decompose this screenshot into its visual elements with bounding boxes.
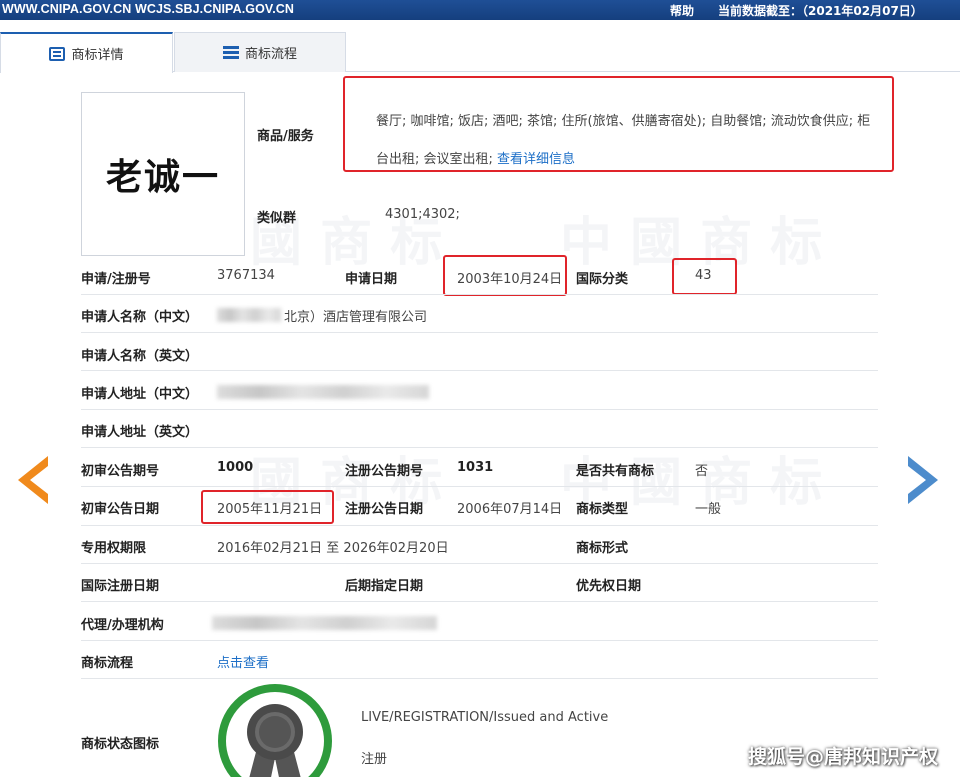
shared-label: 是否共有商标 [576, 464, 655, 479]
reg-notice-date-value: 2006年07月14日 [457, 502, 563, 517]
address-cn-label: 申请人地址（中文） [81, 387, 199, 402]
intl-reg-date-label: 国际注册日期 [81, 579, 160, 594]
top-bar: WWW.CNIPA.GOV.CN WCJS.SBJ.CNIPA.GOV.CN 帮… [0, 0, 960, 20]
divider [81, 640, 878, 641]
trademark-image: 老诚一 [81, 92, 245, 256]
site-url: WWW.CNIPA.GOV.CN WCJS.SBJ.CNIPA.GOV.CN [2, 2, 295, 16]
tab-label: 商标详情 [71, 48, 124, 63]
goods-services-label: 商品/服务 [257, 129, 314, 144]
highlight-prelim-date [201, 490, 334, 524]
shared-value: 否 [695, 464, 709, 479]
divider [81, 370, 878, 371]
reg-notice-no-value: 1031 [457, 460, 494, 475]
trademark-image-text: 老诚一 [105, 156, 220, 198]
data-as-of-text: 当前数据截至：（2021年02月07日） [718, 4, 923, 18]
intl-class-label: 国际分类 [576, 272, 629, 287]
status-en-text: LIVE/REGISTRATION/Issued and Active [361, 710, 609, 725]
priority-date-label: 优先权日期 [576, 579, 642, 594]
help-link[interactable]: 帮助 [670, 2, 694, 19]
tab-label: 商标流程 [244, 47, 297, 62]
reg-notice-date-label: 注册公告日期 [345, 502, 424, 517]
similar-group-label: 类似群 [257, 211, 297, 226]
redacted-text [212, 616, 437, 630]
prelim-no-value: 1000 [217, 460, 254, 475]
applicant-cn-value: 北京）酒店管理有限公司 [284, 310, 428, 325]
address-en-label: 申请人地址（英文） [81, 425, 199, 440]
reg-notice-no-label: 注册公告期号 [345, 464, 424, 479]
divider [81, 486, 878, 487]
prelim-date-label: 初审公告日期 [81, 502, 160, 517]
later-date-label: 后期指定日期 [345, 579, 424, 594]
reg-no-label: 申请/注册号 [81, 272, 151, 287]
applicant-cn-label: 申请人名称（中文） [81, 310, 199, 325]
detail-icon [49, 46, 66, 61]
highlight-intl-class [672, 258, 737, 295]
divider [81, 563, 878, 564]
divider [81, 332, 878, 333]
highlight-goods [343, 76, 894, 172]
list-icon [222, 45, 239, 60]
tab-bar: 商标详情 商标流程 [0, 30, 960, 73]
prelim-no-label: 初审公告期号 [81, 464, 160, 479]
agent-label: 代理/办理机构 [81, 618, 164, 633]
divider [81, 447, 878, 448]
award-ribbon-icon [247, 704, 303, 777]
divider [81, 525, 878, 526]
divider [81, 294, 878, 295]
applicant-en-label: 申请人名称（英文） [81, 349, 199, 364]
source-watermark: 搜狐号@唐邦知识产权 [748, 746, 939, 768]
prev-arrow-icon[interactable] [18, 456, 48, 504]
exclusive-label: 专用权期限 [81, 541, 147, 556]
status-cn-text: 注册 [361, 752, 388, 767]
reg-no-value: 3767134 [217, 268, 275, 283]
registered-status-icon [218, 684, 332, 777]
app-date-label: 申请日期 [345, 272, 398, 287]
tm-type-label: 商标类型 [576, 502, 629, 517]
divider [81, 678, 878, 679]
redacted-text [217, 385, 429, 399]
process-label: 商标流程 [81, 656, 134, 671]
tm-form-label: 商标形式 [576, 541, 629, 556]
similar-group-value: 4301;4302; [385, 207, 460, 222]
tab-trademark-detail[interactable]: 商标详情 [0, 32, 173, 73]
divider [81, 409, 878, 410]
redacted-text [217, 308, 281, 322]
exclusive-value: 2016年02月21日 至 2026年02月20日 [217, 541, 449, 556]
highlight-app-date [443, 255, 567, 296]
next-arrow-icon[interactable] [908, 456, 938, 504]
status-icon-label: 商标状态图标 [81, 737, 160, 752]
divider [81, 601, 878, 602]
tab-trademark-process[interactable]: 商标流程 [174, 32, 346, 72]
tm-type-value: 一般 [695, 502, 722, 517]
view-process-link[interactable]: 点击查看 [217, 652, 269, 671]
